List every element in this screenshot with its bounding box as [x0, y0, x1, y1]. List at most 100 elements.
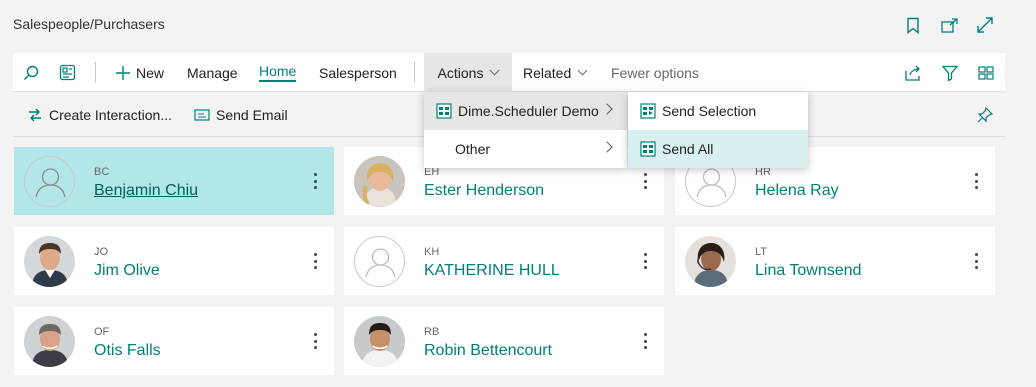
salesperson-card[interactable]: KH KATHERINE HULL — [344, 227, 664, 295]
send-email-button[interactable]: Send Email — [194, 92, 288, 137]
search-icon — [23, 65, 39, 80]
person-photo-icon — [24, 316, 75, 367]
person-photo-icon — [685, 236, 736, 287]
page-title: Salespeople/Purchasers — [13, 16, 165, 32]
home-tab[interactable]: Home — [259, 53, 297, 92]
salesperson-card[interactable]: OF Otis Falls — [14, 307, 334, 375]
menu-item-label: Send All — [662, 141, 714, 157]
create-interaction-button[interactable]: Create Interaction... — [27, 92, 172, 137]
actions-menu-label: Actions — [437, 64, 484, 81]
card-name-link[interactable]: Otis Falls — [94, 342, 161, 360]
person-photo-icon — [24, 236, 75, 287]
menu-item-dime-scheduler-demo[interactable]: Dime.Scheduler Demo — [424, 92, 627, 130]
avatar-placeholder — [24, 156, 75, 207]
menu-item-label: Send Selection — [662, 103, 757, 119]
title-icons — [902, 14, 996, 36]
card-name-link[interactable]: Ester Henderson — [424, 182, 544, 200]
open-in-new-window-icon[interactable] — [938, 14, 960, 36]
person-photo-icon — [354, 316, 405, 367]
pin-button[interactable] — [977, 92, 993, 137]
new-button[interactable]: New — [115, 53, 164, 92]
salesperson-card[interactable]: LT Lina Townsend — [675, 227, 995, 295]
separator — [414, 62, 415, 83]
card-initials: KH — [424, 246, 440, 258]
home-tab-label: Home — [259, 63, 297, 82]
person-icon — [365, 248, 396, 278]
actions-menu: Dime.Scheduler Demo Other — [424, 92, 627, 168]
separator — [95, 62, 96, 83]
manage-tab-label: Manage — [187, 64, 238, 81]
more-options-icon[interactable] — [311, 331, 319, 351]
share-icon — [905, 65, 920, 81]
more-options-icon[interactable] — [972, 171, 980, 191]
avatar-photo — [685, 236, 736, 287]
share-button[interactable] — [905, 53, 923, 92]
filter-button[interactable] — [942, 53, 958, 92]
filter-icon — [942, 65, 958, 81]
salesperson-card[interactable]: BC Benjamin Chiu — [14, 147, 334, 215]
menu-item-send-selection[interactable]: Send Selection — [628, 92, 808, 130]
avatar-photo — [24, 316, 75, 367]
new-button-label: New — [136, 64, 165, 81]
card-name-link[interactable]: Robin Bettencourt — [424, 342, 552, 360]
card-initials: JO — [94, 246, 109, 258]
salesperson-card[interactable]: JO Jim Olive — [14, 227, 334, 295]
menu-item-other[interactable]: Other — [424, 130, 627, 168]
chevron-down-icon — [577, 65, 588, 76]
card-initials: BC — [94, 166, 110, 178]
salesperson-tab[interactable]: Salesperson — [319, 53, 397, 92]
more-options-icon[interactable] — [641, 251, 649, 271]
scheduler-icon — [436, 103, 452, 119]
fewer-options-button[interactable]: Fewer options — [611, 53, 699, 92]
send-email-label: Send Email — [216, 106, 288, 123]
bookmark-icon[interactable] — [902, 14, 924, 36]
actions-menu-button[interactable]: Actions — [424, 53, 512, 92]
chevron-down-icon — [490, 65, 500, 76]
more-options-icon[interactable] — [972, 251, 980, 271]
pin-icon — [977, 106, 993, 122]
plus-icon — [116, 65, 130, 80]
card-name-link[interactable]: KATHERINE HULL — [424, 262, 560, 280]
person-icon — [35, 168, 66, 198]
card-name-link[interactable]: Jim Olive — [94, 262, 160, 280]
more-options-icon[interactable] — [311, 171, 319, 191]
avatar-photo — [354, 316, 405, 367]
more-options-icon[interactable] — [311, 251, 319, 271]
search-button[interactable] — [23, 53, 39, 92]
card-name-link[interactable]: Benjamin Chiu — [94, 182, 198, 200]
more-options-icon[interactable] — [641, 331, 649, 351]
person-photo-icon — [354, 156, 405, 207]
expand-icon[interactable] — [974, 14, 996, 36]
avatar-placeholder — [354, 236, 405, 287]
related-menu-button[interactable]: Related — [523, 53, 588, 92]
dime-scheduler-submenu: Send Selection Send All — [628, 92, 808, 168]
title-bar: Salespeople/Purchasers — [0, 0, 1036, 52]
menu-item-label: Dime.Scheduler Demo — [458, 103, 599, 119]
interaction-icon — [29, 108, 41, 121]
send-all-icon — [640, 141, 656, 157]
related-menu-label: Related — [523, 64, 572, 81]
send-selection-icon — [640, 103, 656, 119]
fewer-options-label: Fewer options — [611, 64, 699, 81]
chevron-right-icon — [601, 103, 613, 115]
card-name-link[interactable]: Helena Ray — [755, 182, 839, 200]
menu-item-label: Other — [455, 141, 491, 157]
more-options-icon[interactable] — [641, 171, 649, 191]
edit-list-button[interactable] — [59, 53, 76, 92]
card-name-link[interactable]: Lina Townsend — [755, 262, 861, 280]
tiles-icon — [978, 65, 994, 80]
avatar-photo — [24, 236, 75, 287]
view-layout-button[interactable] — [978, 53, 994, 92]
email-icon — [194, 108, 210, 121]
card-initials: OF — [94, 326, 110, 338]
card-initials: RB — [424, 326, 440, 338]
avatar-photo — [354, 156, 405, 207]
edit-list-icon — [59, 64, 76, 81]
manage-tab[interactable]: Manage — [187, 53, 238, 92]
chevron-right-icon — [601, 141, 613, 153]
salesperson-card[interactable]: RB Robin Bettencourt — [344, 307, 664, 375]
salesperson-tab-label: Salesperson — [319, 64, 397, 81]
menu-item-send-all[interactable]: Send All — [628, 130, 808, 168]
create-interaction-label: Create Interaction... — [49, 106, 172, 123]
card-initials: LT — [755, 246, 768, 258]
